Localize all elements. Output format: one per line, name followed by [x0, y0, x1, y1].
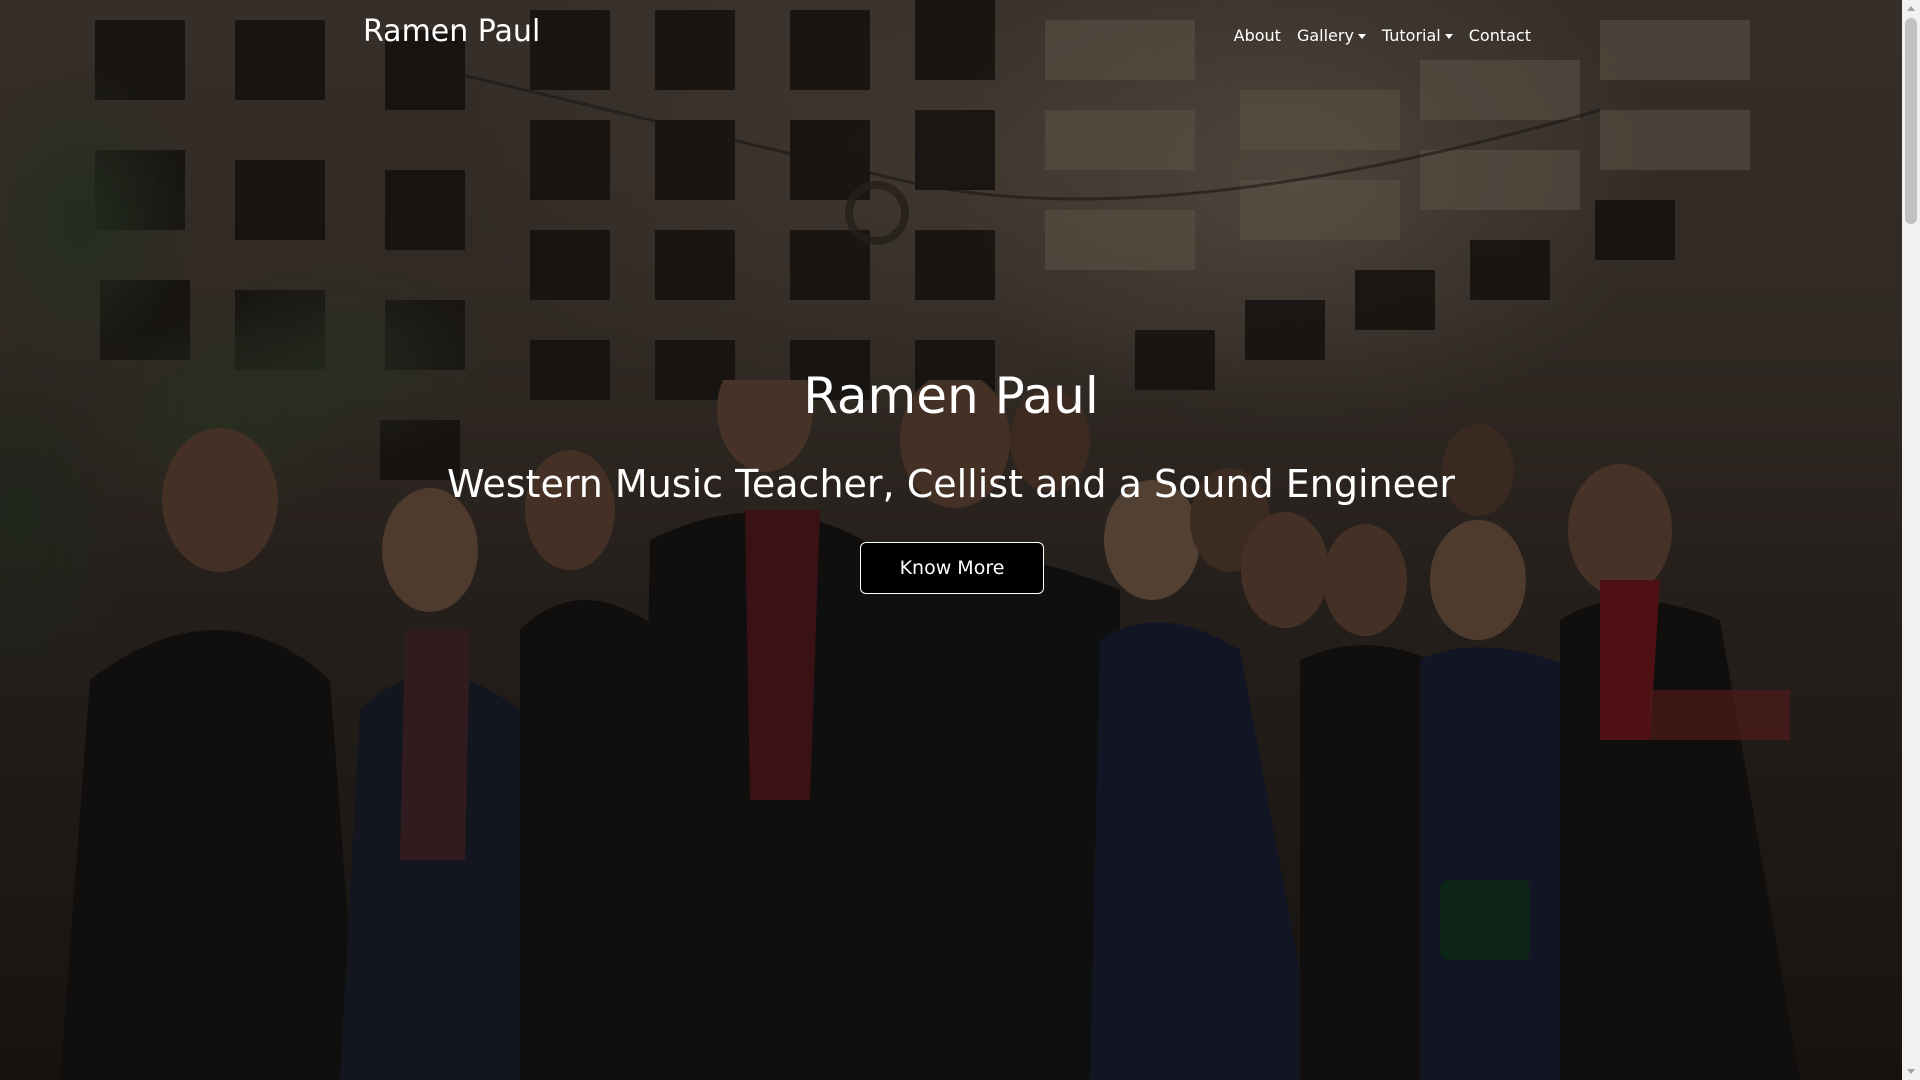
scroll-up-arrow-icon[interactable] [1907, 6, 1915, 11]
nav-contact-link[interactable]: Contact [1469, 23, 1531, 49]
nav-contact-label: Contact [1468, 26, 1531, 45]
hero-section: Ramen Paul Western Music Teacher, Cellis… [0, 0, 1902, 1080]
scrollbar-thumb[interactable] [1905, 18, 1917, 224]
nav-about-label: About [1233, 26, 1281, 45]
nav-about-link[interactable]: About [1234, 23, 1281, 49]
nav-gallery-label: Gallery [1296, 26, 1354, 45]
hero-title: Ramen Paul [803, 367, 1099, 425]
nav-tutorial-label: Tutorial [1381, 26, 1441, 45]
caret-down-icon [1357, 33, 1366, 39]
nav-gallery-dropdown[interactable]: Gallery [1297, 23, 1366, 49]
page: Ramen Paul About Gallery Tutorial Contac… [0, 0, 1920, 1080]
know-more-button[interactable]: Know More [860, 542, 1044, 594]
nav-links: About Gallery Tutorial Contact [1234, 23, 1531, 49]
nav-tutorial-dropdown[interactable]: Tutorial [1382, 23, 1453, 49]
hero-subtitle: Western Music Teacher, Cellist and a Sou… [447, 462, 1455, 506]
caret-down-icon [1444, 33, 1453, 39]
brand-logo[interactable]: Ramen Paul [363, 12, 540, 52]
scroll-down-arrow-icon[interactable] [1907, 1069, 1915, 1074]
top-navbar: Ramen Paul About Gallery Tutorial Contac… [0, 0, 1902, 70]
page-scrollbar[interactable] [1902, 0, 1920, 1080]
